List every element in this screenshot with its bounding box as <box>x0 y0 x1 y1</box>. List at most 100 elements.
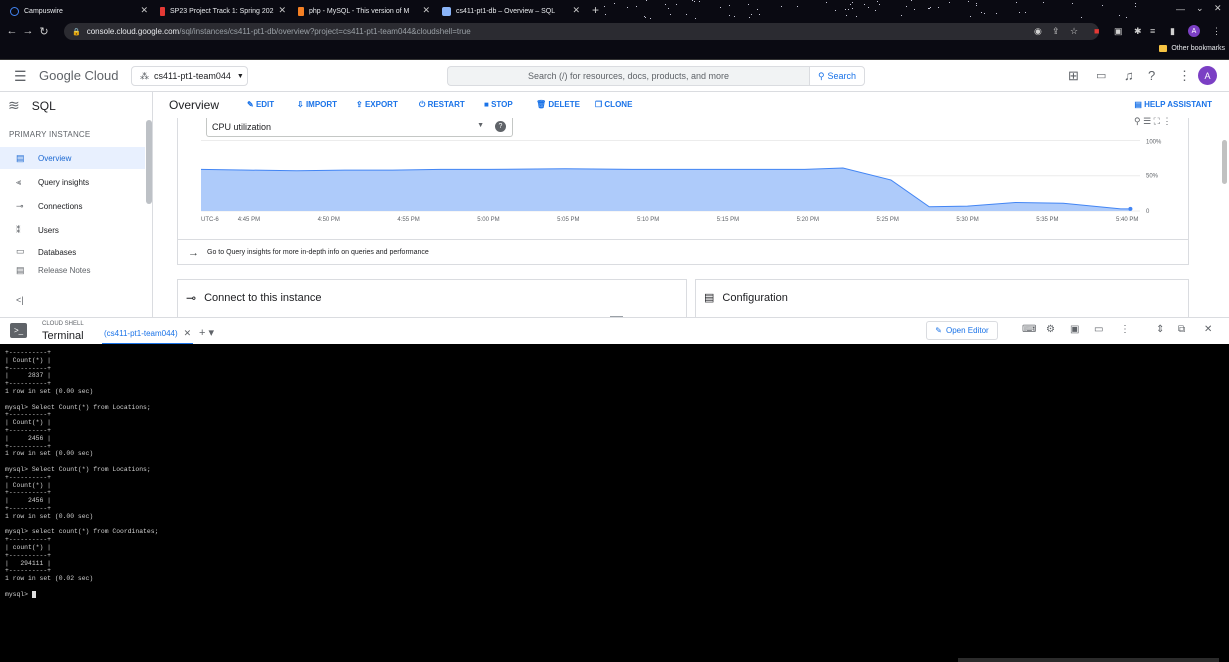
collapse-icon[interactable]: <| <box>16 295 24 305</box>
new-tab-icon[interactable]: + <box>592 3 599 17</box>
google-cloud-logo[interactable]: Google Cloud <box>39 68 119 83</box>
terminal-line: +----------+ <box>5 536 52 544</box>
add-tab-icon[interactable]: + ▾ <box>199 326 214 339</box>
connect-title: Connect to this instance <box>204 292 322 304</box>
notes-icon: ▤ <box>16 264 25 275</box>
more-vert-icon[interactable]: ⋮ <box>1212 26 1221 37</box>
terminal-line: +----------+ <box>5 489 52 497</box>
browser-tab[interactable]: SP23 Project Track 1: Spring 202 ✕ <box>154 2 292 20</box>
edit-button[interactable]: ✎ EDIT <box>247 100 274 109</box>
clone-button[interactable]: ❐ CLONE <box>595 100 632 109</box>
project-selector[interactable]: ⁂ cs411-pt1-team044 ▼ <box>131 66 248 86</box>
stop-button[interactable]: ■ STOP <box>484 100 513 109</box>
metric-select[interactable]: CPU utilization ▼ ? <box>206 118 513 137</box>
close-icon[interactable]: ✕ <box>140 5 148 16</box>
browser-tab[interactable]: Campuswire ✕ <box>4 2 154 20</box>
notifications-icon[interactable]: ♫ <box>1124 68 1134 83</box>
help-assistant-button[interactable]: ▤ HELP ASSISTANT <box>1134 100 1212 109</box>
web-preview-icon[interactable]: ▣ <box>1070 324 1079 335</box>
y-tick-label: 100% <box>1146 139 1162 145</box>
query-insights-link[interactable]: → Go to Query insights for more in-depth… <box>178 239 1188 265</box>
gift-icon[interactable]: ⊞ <box>1068 68 1079 84</box>
sidebar-item-users[interactable]: ⁑ Users <box>0 219 145 241</box>
import-button[interactable]: ⇩ IMPORT <box>297 100 337 109</box>
search-button[interactable]: ⚲ Search <box>809 66 865 86</box>
terminal-line: +----------+ <box>5 567 52 575</box>
keyboard-icon[interactable]: ⌨ <box>1022 324 1036 335</box>
sidebar-item-query-insights[interactable]: ⫷ Query insights <box>0 171 145 193</box>
configuration-heading[interactable]: ▤ Configuration <box>704 291 788 305</box>
star-decoration <box>949 1 951 3</box>
minimize-icon[interactable]: — <box>1176 4 1185 14</box>
reload-icon[interactable]: ↻ <box>36 25 52 38</box>
more-vert-icon[interactable]: ⋮ <box>1120 324 1130 335</box>
expand-icon[interactable]: ⇕ <box>1156 324 1164 335</box>
extension-icon[interactable]: ■ <box>1094 26 1099 36</box>
sidebar-item-connections[interactable]: ⊸ Connections <box>0 195 145 217</box>
sidebar-item-label: Connections <box>38 201 83 211</box>
sidebar-item-databases[interactable]: ▭ Databases <box>0 243 145 257</box>
browser-tab-active[interactable]: cs411-pt1-db – Overview – SQL ✕ <box>436 2 586 20</box>
section-label: PRIMARY INSTANCE <box>9 130 91 139</box>
share-icon[interactable]: ⇪ <box>1052 26 1060 37</box>
account-avatar[interactable]: A <box>1198 66 1217 85</box>
bookmark-star-icon[interactable]: ☆ <box>1070 26 1078 37</box>
terminal-line: +----------+ <box>5 504 52 512</box>
browser-tab[interactable]: php - MySQL - This version of M ✕ <box>292 2 436 20</box>
x-tick-label: 5:15 PM <box>717 217 739 223</box>
terminal-line: | 2456 | <box>5 434 52 442</box>
terminal-line: +----------+ <box>5 364 52 372</box>
sidebar-item-overview[interactable]: ▤ Overview <box>0 147 145 169</box>
other-bookmarks[interactable]: Other bookmarks <box>1159 45 1225 52</box>
terminal-tab[interactable]: (cs411-pt1-team044) ✕ <box>102 324 194 345</box>
close-icon[interactable]: ✕ <box>278 5 286 16</box>
connect-heading[interactable]: ⊸ Connect to this instance <box>186 291 321 305</box>
open-new-window-icon[interactable]: ⧉ <box>1178 324 1185 335</box>
extension-icon[interactable]: ▣ <box>1114 26 1123 37</box>
google-lens-icon[interactable]: ◉ <box>1034 26 1042 37</box>
star-decoration <box>1042 2 1044 4</box>
sidebar-scrollbar[interactable] <box>146 120 152 204</box>
open-editor-button[interactable]: ✎ Open Editor <box>926 321 998 340</box>
more-vert-icon[interactable]: ⋮ <box>1178 68 1191 84</box>
star-decoration <box>1080 17 1082 19</box>
menu-icon[interactable]: ☰ <box>14 68 27 85</box>
chevron-down-icon[interactable]: ⌄ <box>1196 3 1204 14</box>
sidebar-item-release-notes[interactable]: ▤ Release Notes <box>0 259 145 281</box>
help-icon[interactable]: ? <box>1148 68 1155 83</box>
page-scrollbar[interactable] <box>1222 140 1227 184</box>
help-icon[interactable]: ? <box>495 121 506 132</box>
settings-icon[interactable]: ⚙ <box>1046 324 1055 335</box>
back-icon[interactable]: ← <box>4 25 20 37</box>
media-icon[interactable]: ≡ <box>1150 26 1155 36</box>
close-icon[interactable]: ✕ <box>422 5 430 16</box>
star-decoration <box>670 14 672 16</box>
terminal-line: | Count(*) | <box>5 481 52 489</box>
profile-avatar[interactable]: A <box>1188 25 1200 37</box>
star-decoration <box>692 0 694 2</box>
pencil-icon: ✎ <box>935 326 942 335</box>
side-panel-icon[interactable]: ▮ <box>1170 26 1175 37</box>
minimize-panel-icon[interactable]: ▭ <box>1094 324 1103 335</box>
cloud-shell-icon[interactable]: ▭ <box>1096 69 1106 82</box>
config-icon: ▤ <box>704 292 715 304</box>
close-icon[interactable]: ✕ <box>184 328 192 339</box>
search-input[interactable]: Search (/) for resources, docs, products… <box>447 66 809 86</box>
delete-button[interactable]: 🗑 DELETE <box>536 100 580 109</box>
users-icon: ⁑ <box>16 224 21 235</box>
address-bar[interactable]: 🔒 console.cloud.google.com/sql/instances… <box>64 23 1099 40</box>
export-button[interactable]: ⇪ EXPORT <box>356 100 398 109</box>
close-icon[interactable]: ✕ <box>572 5 580 16</box>
close-shell-icon[interactable]: ✕ <box>1204 324 1212 335</box>
close-window-icon[interactable]: ✕ <box>1214 3 1222 14</box>
restart-button[interactable]: ⏻ RESTART <box>419 100 465 110</box>
terminal-output[interactable]: +----------+ | Count(*) | +----------+ | 28… <box>0 344 1229 662</box>
chart-tools-icon[interactable]: ⚲ ☰ ⛶ ⋮ <box>1134 116 1171 127</box>
terminal-line: 1 row in set (0.00 sec) <box>5 450 94 458</box>
forward-icon[interactable]: → <box>20 25 36 37</box>
star-decoration <box>852 1 854 3</box>
extensions-puzzle-icon[interactable]: ✱ <box>1134 26 1142 37</box>
star-decoration <box>867 7 869 9</box>
url-path: /sql/instances/cs411-pt1-db/overview?pro… <box>179 27 471 36</box>
